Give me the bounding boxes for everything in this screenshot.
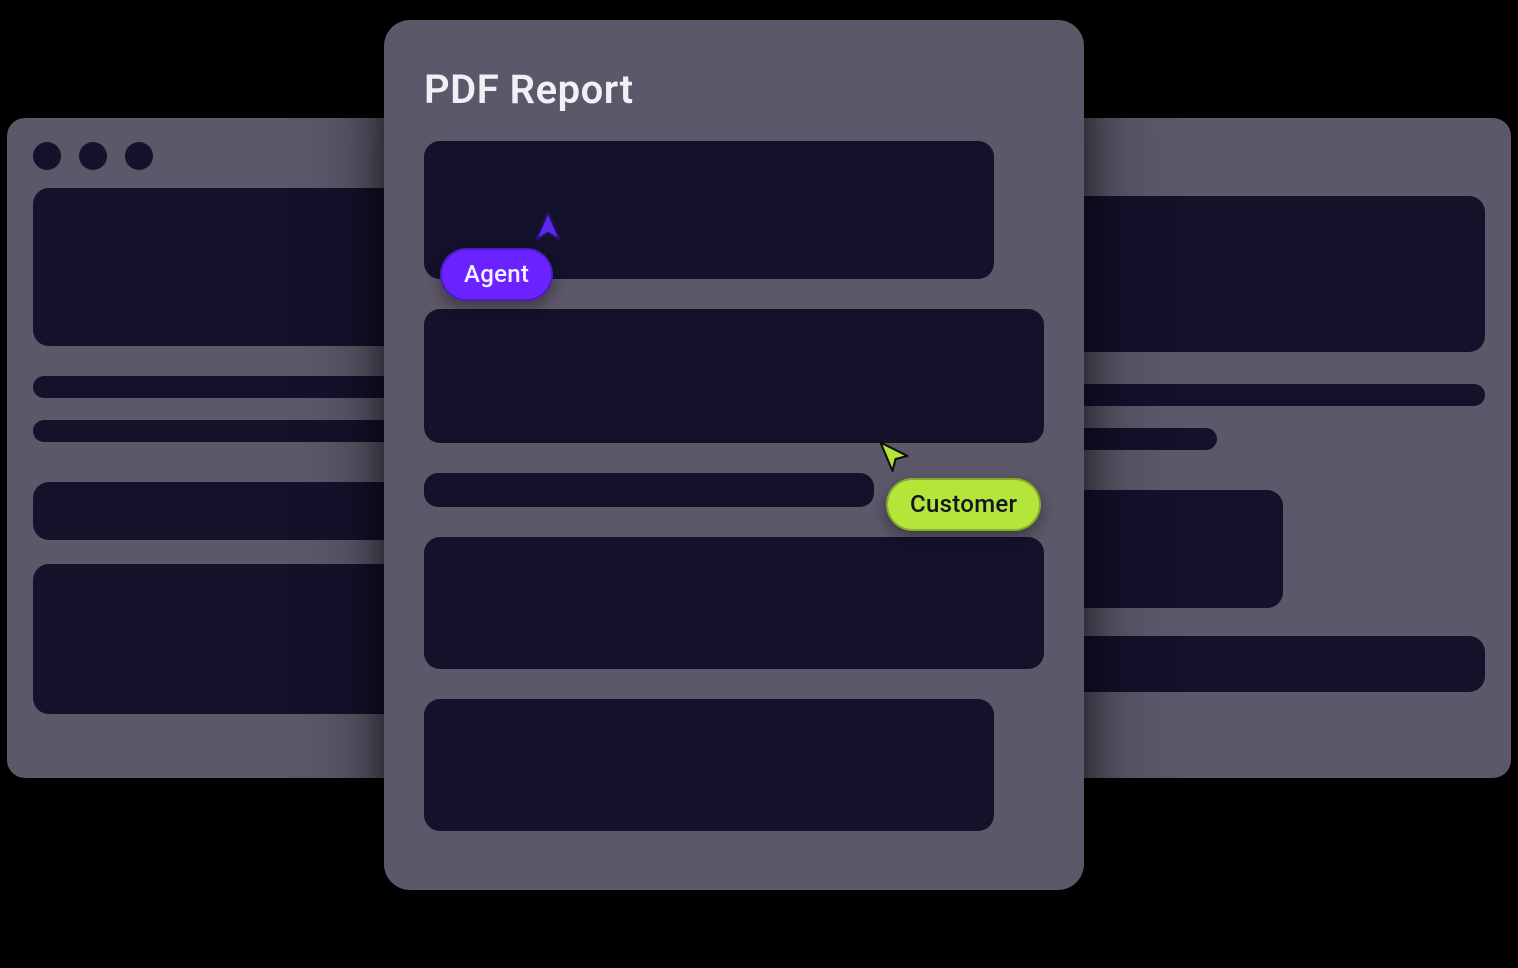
- traffic-light-dot: [33, 142, 61, 170]
- pdf-content-block: [424, 141, 994, 279]
- skeleton-line: [33, 420, 429, 442]
- pdf-report-card: PDF Report: [384, 20, 1084, 890]
- pdf-report-title: PDF Report: [424, 66, 1044, 113]
- traffic-light-dot: [79, 142, 107, 170]
- pdf-content-block: [424, 537, 1044, 669]
- pdf-content-block: [424, 699, 994, 831]
- pdf-content-line: [424, 473, 874, 507]
- traffic-light-dot: [125, 142, 153, 170]
- pdf-content-block: [424, 309, 1044, 443]
